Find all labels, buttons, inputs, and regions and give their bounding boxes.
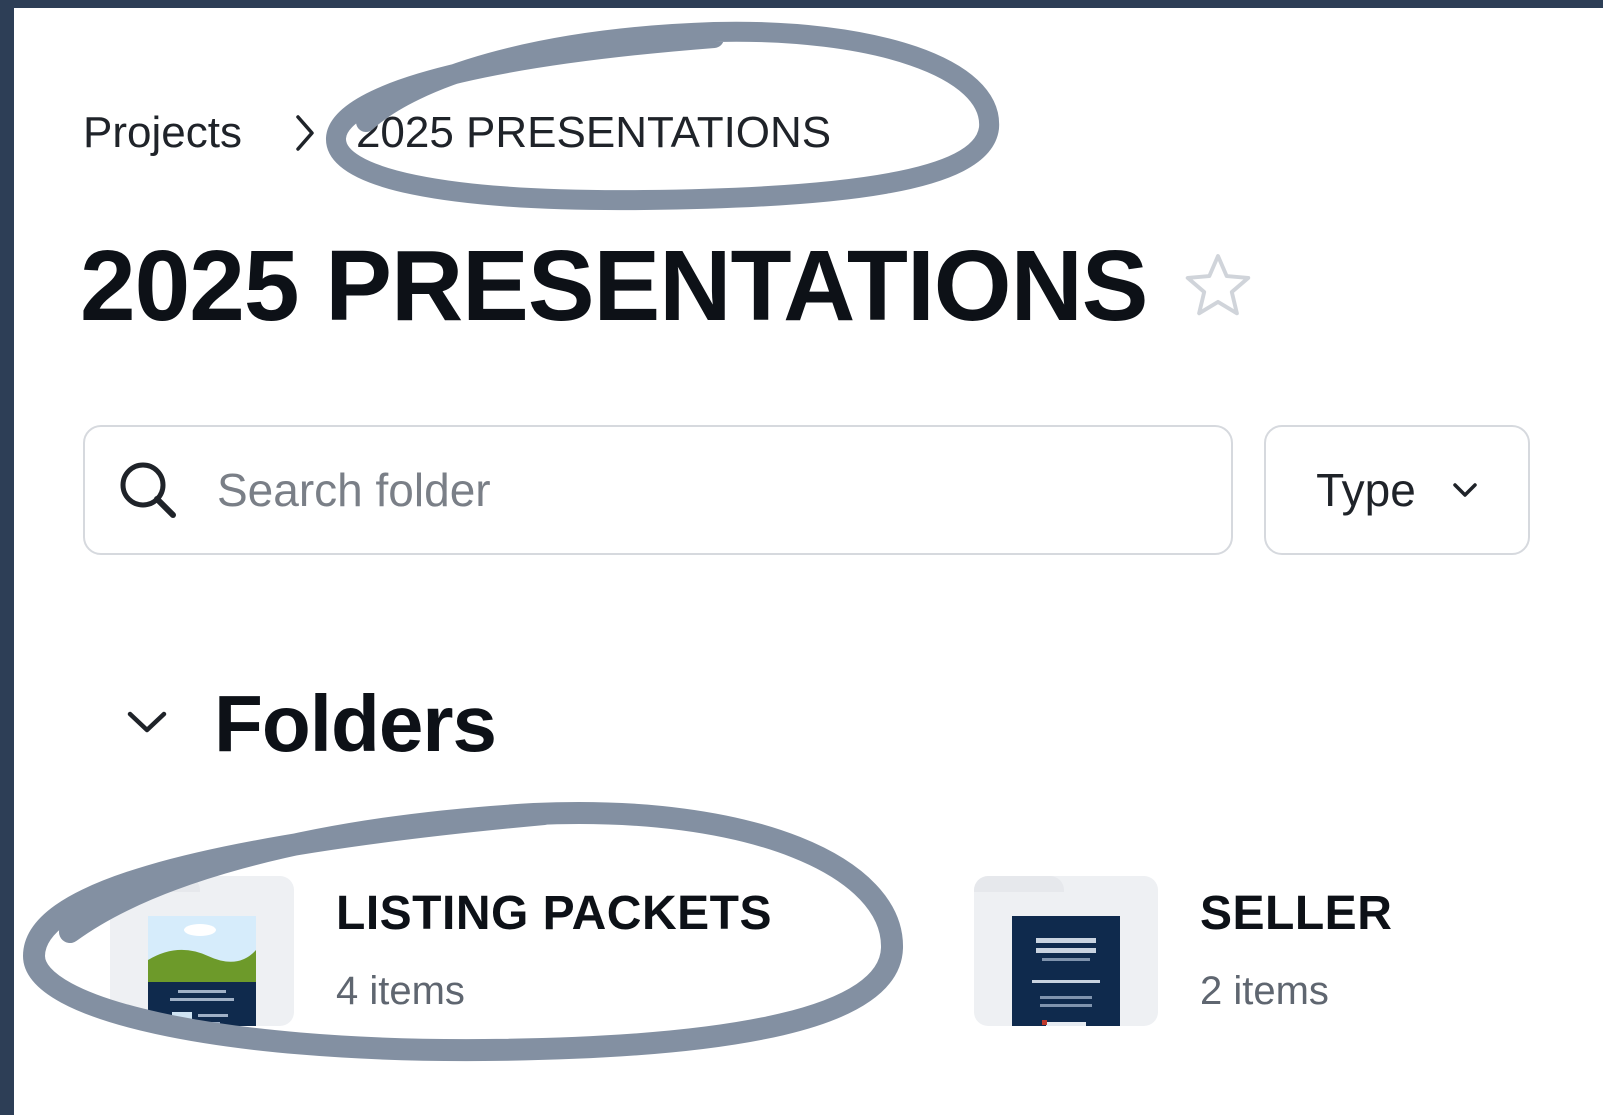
chevron-down-icon [1452,482,1478,498]
search-box[interactable] [83,425,1233,555]
search-input[interactable] [215,462,1119,518]
type-filter-label: Type [1316,464,1416,516]
chevron-right-icon [294,113,316,153]
section-title: Folders [214,679,497,768]
content-panel: Projects 2025 PRESENTATIONS 2025 PRESENT… [14,8,1603,1115]
folder-tab [974,876,1064,892]
type-filter-button[interactable]: Type [1264,425,1530,555]
breadcrumb-current: 2025 PRESENTATIONS [355,108,832,157]
folder-meta: SELLER 2 items [1200,886,1392,1014]
folder-thumbnail [974,876,1158,1026]
folder-name[interactable]: LISTING PACKETS [336,886,772,941]
folder-name[interactable]: SELLER [1200,886,1392,941]
folder-item-count: 4 items [336,969,465,1013]
title-row: 2025 PRESENTATIONS [80,236,1254,336]
breadcrumb: Projects 2025 PRESENTATIONS [83,103,831,163]
breadcrumb-projects-link[interactable]: Projects [83,108,242,158]
folder-card-seller[interactable]: SELLER 2 items [974,876,1392,1026]
folder-thumbnail [110,876,294,1026]
search-icon [115,457,181,523]
document-preview-image [1012,916,1120,1026]
folder-meta: LISTING PACKETS 4 items [336,886,772,1014]
folder-tab [110,876,200,892]
chevron-down-icon[interactable] [126,709,168,740]
star-icon[interactable] [1182,251,1254,321]
folder-card-listing-packets[interactable]: LISTING PACKETS 4 items [110,876,772,1026]
page-title: 2025 PRESENTATIONS [80,230,1148,342]
folders-section-header[interactable]: Folders [126,678,497,770]
document-preview-image [148,916,256,1026]
folder-item-count: 2 items [1200,969,1329,1013]
